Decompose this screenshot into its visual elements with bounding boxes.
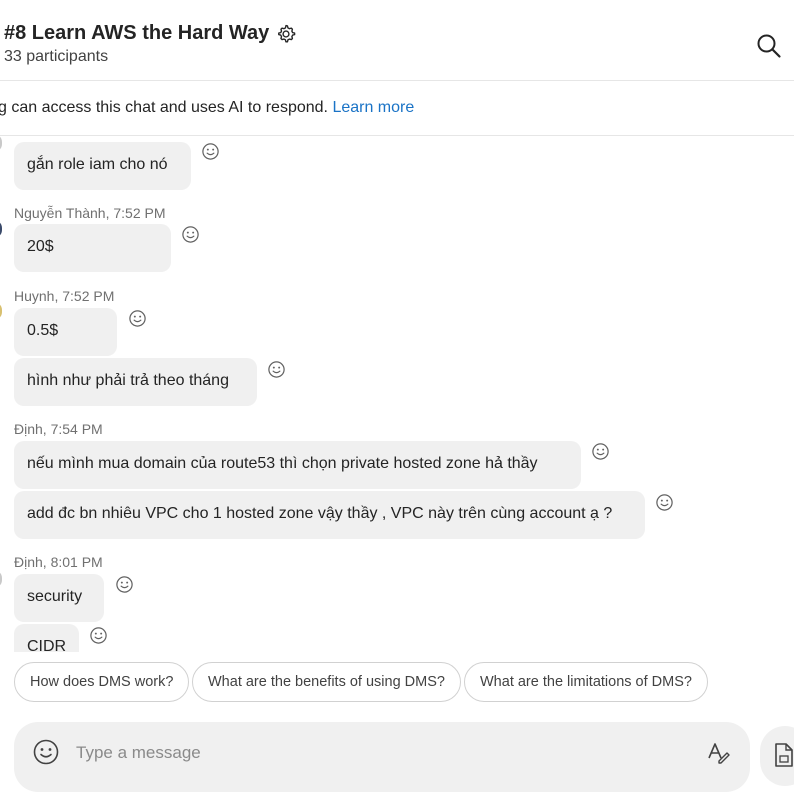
participants-count[interactable]: 33 participants xyxy=(4,48,108,66)
message-sender: Huynh, 7:52 PM xyxy=(14,288,115,304)
avatar[interactable] xyxy=(0,136,2,152)
suggestion-chip[interactable]: What are the benefits of using DMS? xyxy=(192,662,461,702)
suggestion-chip[interactable]: How does DMS work? xyxy=(14,662,190,702)
attach-file-button[interactable] xyxy=(760,726,794,786)
attach-file-icon xyxy=(775,743,793,767)
message-bubble[interactable]: nếu mình mua domain của route53 thì chọn… xyxy=(14,441,581,489)
message-sender: Định, 7:54 PM xyxy=(14,421,103,437)
title-row: #8 Learn AWS the Hard Way xyxy=(4,22,297,45)
message-bubble[interactable]: CIDR xyxy=(14,624,79,652)
smiley-icon[interactable] xyxy=(267,360,286,379)
ai-info-banner: g can access this chat and uses AI to re… xyxy=(0,81,794,136)
banner-message: g can access this chat and uses AI to re… xyxy=(0,99,328,116)
message-sender: Nguyễn Thành, 7:52 PM xyxy=(14,205,166,221)
avatar[interactable] xyxy=(0,220,2,238)
suggestion-chip[interactable]: What are the limitations of DMS? xyxy=(464,662,708,702)
search-icon[interactable] xyxy=(756,33,782,59)
smiley-icon[interactable] xyxy=(591,442,610,461)
chat-title: #8 Learn AWS the Hard Way xyxy=(4,22,270,44)
chat-header: #8 Learn AWS the Hard Way 33 participant… xyxy=(0,0,794,81)
avatar[interactable] xyxy=(0,302,2,320)
gear-icon[interactable] xyxy=(275,23,297,45)
text-format-icon[interactable] xyxy=(706,740,730,764)
avatar[interactable] xyxy=(0,570,2,588)
message-composer xyxy=(14,722,750,792)
smiley-icon[interactable] xyxy=(128,309,147,328)
message-bubble[interactable]: hình như phải trả theo tháng xyxy=(14,358,257,406)
message-bubble[interactable]: gắn role iam cho nó xyxy=(14,142,191,190)
message-bubble[interactable]: 0.5$ xyxy=(14,308,117,356)
suggested-prompts: How does DMS work? What are the benefits… xyxy=(0,662,794,706)
message-input[interactable] xyxy=(74,740,678,766)
message-bubble[interactable]: security xyxy=(14,574,104,622)
smiley-icon[interactable] xyxy=(655,493,674,512)
learn-more-link[interactable]: Learn more xyxy=(332,99,414,116)
message-bubble[interactable]: 20$ xyxy=(14,224,171,272)
message-bubble[interactable]: add đc bn nhiêu VPC cho 1 hosted zone vậ… xyxy=(14,491,645,539)
emoji-icon[interactable] xyxy=(32,738,60,766)
smiley-icon[interactable] xyxy=(201,142,220,161)
smiley-icon[interactable] xyxy=(181,225,200,244)
message-list[interactable]: gắn role iam cho nó Nguyễn Thành, 7:52 P… xyxy=(0,136,794,652)
smiley-icon[interactable] xyxy=(89,626,108,645)
message-sender: Định, 8:01 PM xyxy=(14,554,103,570)
banner-text: g can access this chat and uses AI to re… xyxy=(0,99,414,117)
smiley-icon[interactable] xyxy=(115,575,134,594)
